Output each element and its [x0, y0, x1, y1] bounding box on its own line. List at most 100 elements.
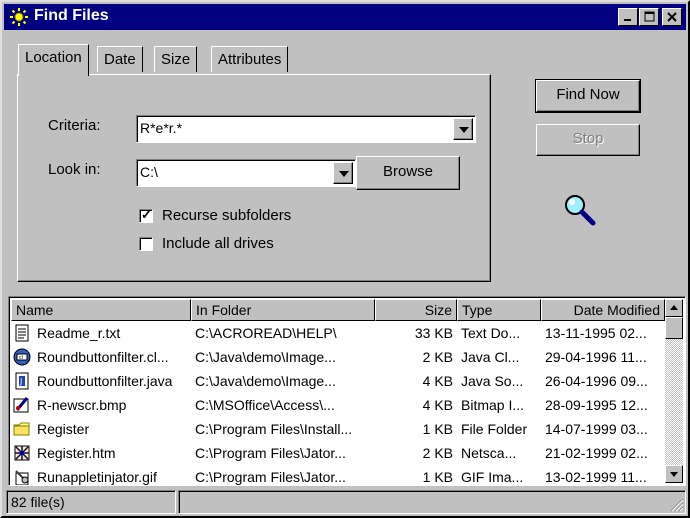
- criteria-combobox[interactable]: R*e*r.*: [136, 115, 476, 143]
- column-header-date-modified[interactable]: Date Modified: [541, 299, 665, 321]
- tab-size[interactable]: Size: [154, 46, 198, 72]
- html-file-icon: [14, 445, 30, 461]
- column-header-folder[interactable]: In Folder: [191, 299, 375, 321]
- tab-location[interactable]: Location: [18, 44, 89, 76]
- file-folder: C:\ACROREAD\HELP\: [195, 325, 337, 341]
- file-modified: 13-02-1999 11...: [545, 469, 647, 485]
- results-listview[interactable]: Name In Folder Size Type Date Modified R…: [8, 296, 686, 486]
- file-modified: 21-02-1999 02...: [545, 445, 648, 461]
- svg-text:cl: cl: [19, 355, 23, 361]
- file-type: File Folder: [461, 421, 528, 437]
- minimize-icon: [624, 19, 631, 21]
- table-row[interactable]: cl Roundbuttonfilter.cl... C:\Java\demo\…: [11, 346, 663, 370]
- java-class-icon: cl: [13, 348, 31, 366]
- gif-image-icon: [15, 470, 29, 485]
- file-folder: C:\MSOffice\Access\...: [195, 397, 335, 413]
- file-type: Java So...: [461, 373, 524, 389]
- svg-text:J: J: [19, 377, 22, 386]
- include-all-drives-label: Include all drives: [162, 235, 274, 252]
- arrow-up-icon: [670, 305, 678, 310]
- file-name: Roundbuttonfilter.cl...: [37, 349, 169, 365]
- close-icon: [667, 12, 677, 22]
- scroll-up-button[interactable]: [665, 299, 683, 317]
- recurse-subfolders-label: Recurse subfolders: [162, 207, 292, 224]
- file-modified: 14-07-1999 03...: [545, 421, 648, 437]
- file-name: Readme_r.txt: [37, 325, 121, 341]
- status-panel: [178, 490, 686, 514]
- file-type: Bitmap I...: [461, 397, 525, 413]
- file-name: Runappletinjator.gif: [37, 469, 157, 485]
- location-panel: Criteria: R*e*r.* Look in: C:\ Browse ✓ …: [17, 74, 491, 282]
- maximize-icon: [644, 11, 654, 22]
- minimize-button[interactable]: [618, 8, 638, 26]
- criteria-value: R*e*r.*: [140, 120, 183, 136]
- table-row[interactable]: R-newscr.bmp C:\MSOffice\Access\... 4 KB…: [11, 394, 663, 418]
- tab-label: Location: [25, 49, 82, 66]
- table-row[interactable]: J Roundbuttonfilter.java C:\Java\demo\Im…: [11, 370, 663, 394]
- scroll-down-button[interactable]: [665, 465, 683, 483]
- file-size: 2 KB: [422, 445, 453, 461]
- table-row[interactable]: Runappletinjator.gif C:\Program Files\Ja…: [11, 466, 663, 485]
- lookin-combobox[interactable]: C:\: [136, 159, 356, 187]
- table-row[interactable]: Register.htm C:\Program Files\Jator... 2…: [11, 442, 663, 466]
- file-size: 1 KB: [422, 421, 453, 437]
- stop-button[interactable]: Stop: [536, 124, 640, 156]
- magnifier-icon: [565, 195, 596, 226]
- close-button[interactable]: [662, 8, 682, 26]
- file-modified: 13-11-1995 02...: [545, 325, 647, 341]
- column-header-type[interactable]: Type: [457, 299, 541, 321]
- file-size: 4 KB: [422, 397, 453, 413]
- file-name: Register: [37, 421, 90, 437]
- file-folder: C:\Java\demo\Image...: [195, 349, 336, 365]
- lookin-value: C:\: [140, 164, 158, 180]
- window-title: Find Files: [34, 7, 109, 24]
- file-size: 4 KB: [422, 373, 453, 389]
- tab-label: Date: [104, 51, 136, 68]
- arrow-down-icon: [670, 472, 678, 477]
- file-type: Text Do...: [461, 325, 521, 341]
- lookin-label: Look in:: [48, 161, 101, 178]
- status-count-text: 82 file(s): [11, 494, 65, 510]
- file-size: 2 KB: [422, 349, 453, 365]
- column-header-size[interactable]: Size: [375, 299, 457, 321]
- file-name: R-newscr.bmp: [37, 397, 127, 413]
- file-folder: C:\Program Files\Jator...: [195, 469, 346, 485]
- tab-date[interactable]: Date: [97, 46, 143, 72]
- checkmark-icon: ✓: [141, 207, 152, 222]
- resize-grip-icon[interactable]: [668, 496, 684, 512]
- table-row[interactable]: Readme_r.txt C:\ACROREAD\HELP\ 33 KB Tex…: [11, 322, 663, 346]
- maximize-button[interactable]: [639, 8, 659, 26]
- file-name: Register.htm: [37, 445, 116, 461]
- lookin-dropdown-button[interactable]: [333, 162, 353, 184]
- title-bar[interactable]: Find Files: [4, 4, 686, 30]
- column-header-name[interactable]: Name: [11, 299, 191, 321]
- file-type: GIF Ima...: [461, 469, 524, 485]
- file-modified: 26-04-1996 09...: [545, 373, 648, 389]
- file-folder: C:\Program Files\Install...: [195, 421, 353, 437]
- file-modified: 28-09-1995 12...: [545, 397, 648, 413]
- criteria-dropdown-button[interactable]: [453, 118, 473, 140]
- folder-icon: [13, 422, 30, 436]
- file-type: Netsca...: [461, 445, 517, 461]
- file-type: Java Cl...: [461, 349, 520, 365]
- tab-attributes[interactable]: Attributes: [211, 46, 289, 72]
- find-now-button[interactable]: Find Now: [535, 79, 641, 113]
- find-files-window: Find Files Location Date Size Attributes…: [0, 0, 690, 518]
- table-row[interactable]: Register C:\Program Files\Install... 1 K…: [11, 418, 663, 442]
- file-modified: 29-04-1996 11...: [545, 349, 647, 365]
- file-name: Roundbuttonfilter.java: [37, 373, 173, 389]
- file-size: 33 KB: [414, 325, 453, 341]
- browse-button[interactable]: Browse: [356, 156, 460, 190]
- scroll-thumb[interactable]: [665, 317, 683, 339]
- file-size: 1 KB: [422, 469, 453, 485]
- paint-bitmap-icon: [13, 397, 29, 413]
- vertical-scrollbar[interactable]: [665, 299, 683, 483]
- sun-gear-icon: [10, 8, 28, 26]
- tab-label: Attributes: [218, 51, 282, 68]
- recurse-subfolders-checkbox[interactable]: ✓: [139, 207, 153, 223]
- file-folder: C:\Program Files\Jator...: [195, 445, 346, 461]
- criteria-label: Criteria:: [48, 117, 101, 134]
- include-all-drives-checkbox[interactable]: [139, 237, 153, 251]
- text-file-icon: [15, 324, 29, 342]
- java-source-icon: J: [15, 372, 29, 390]
